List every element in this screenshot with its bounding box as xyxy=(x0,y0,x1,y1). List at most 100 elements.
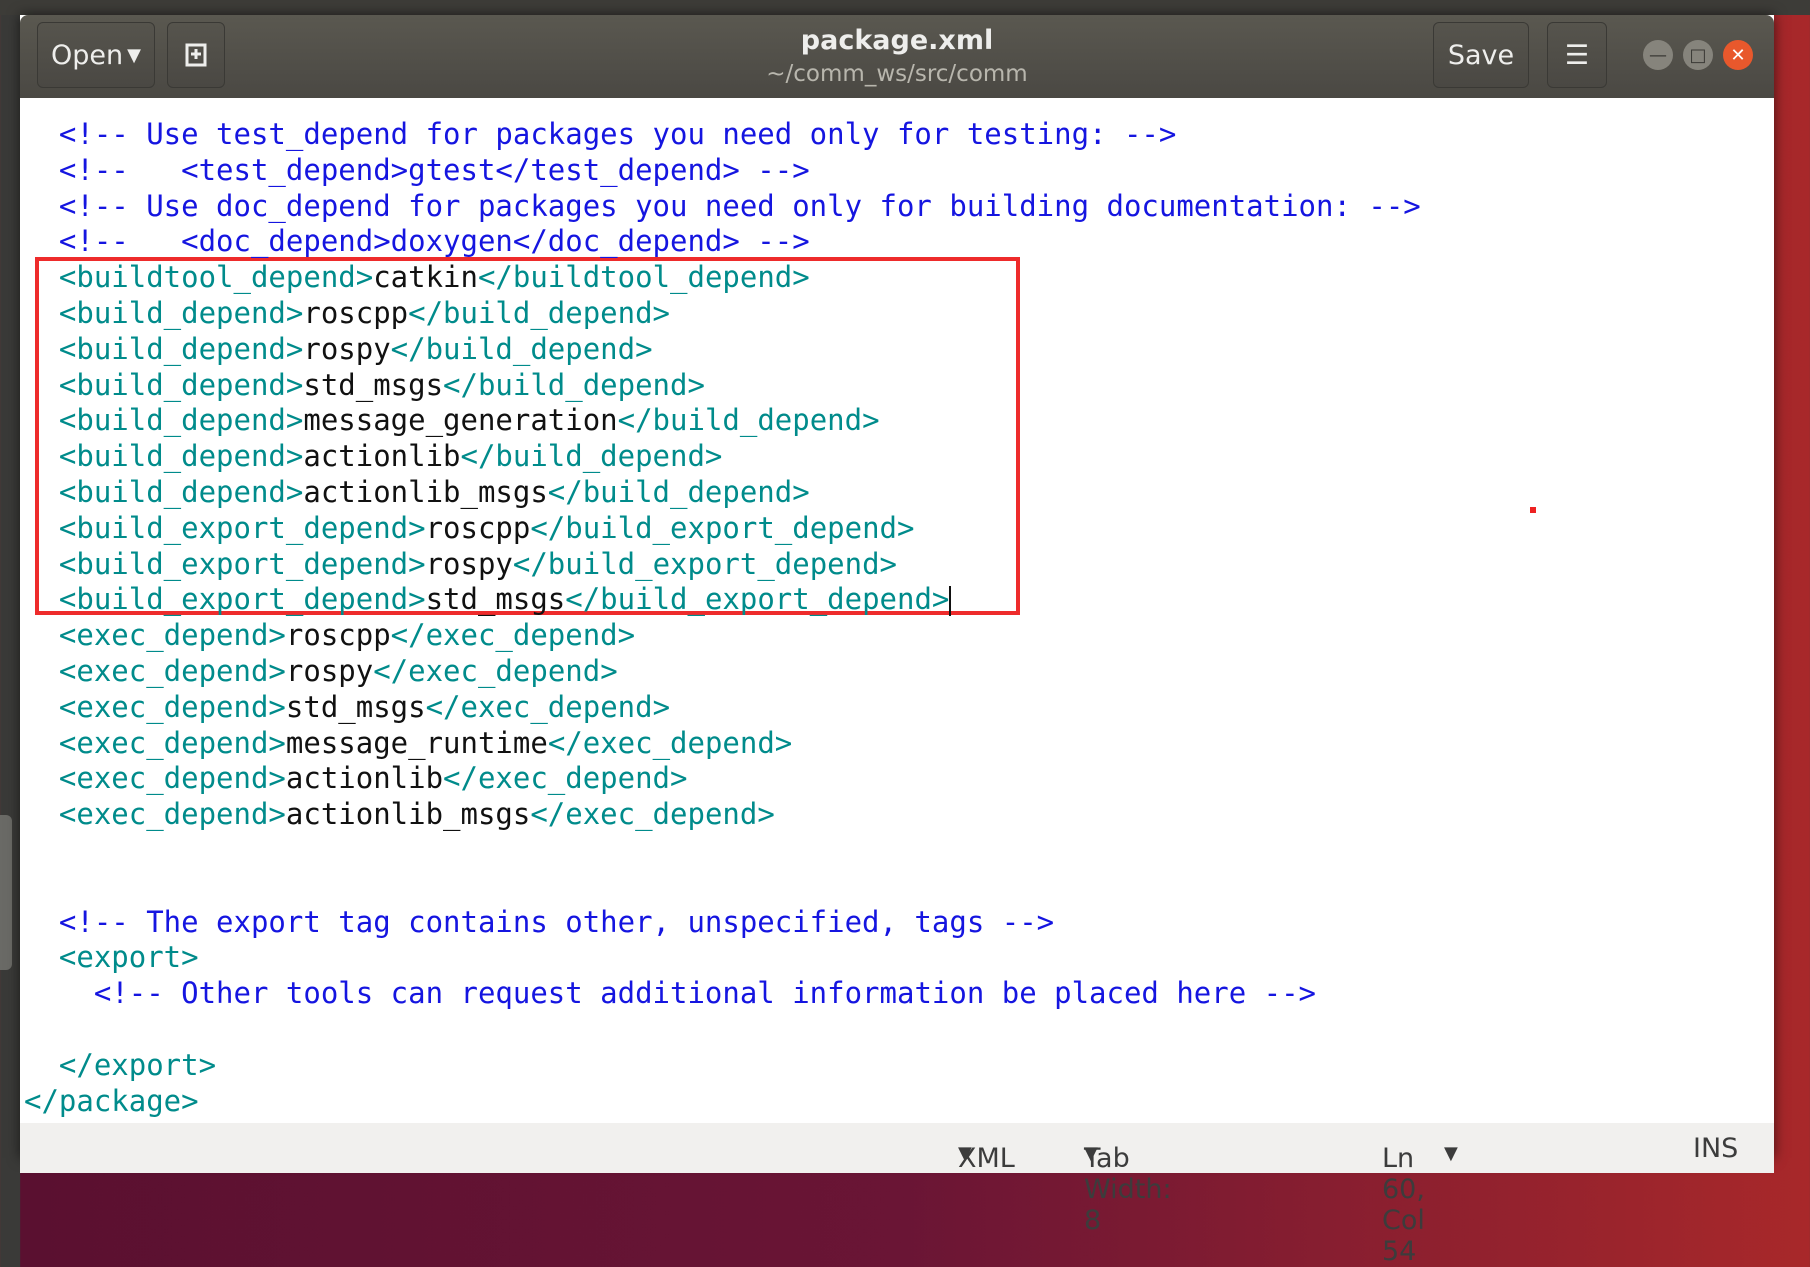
xml-text: std_msgs xyxy=(303,367,444,402)
xml-tag: <build_depend> xyxy=(58,296,304,330)
xml-tag: </build_depend> xyxy=(547,475,810,509)
xml-tag: </exec_depend> xyxy=(425,689,671,724)
chevron-down-icon: ▼ xyxy=(958,1143,972,1164)
chevron-down-icon: ▼ xyxy=(1084,1143,1098,1164)
xml-tag: </exec_depend> xyxy=(390,618,636,653)
xml-tag: </build_export_depend> xyxy=(530,510,915,545)
xml-tag: <build_export_depend> xyxy=(58,546,426,581)
code-line[interactable]: <build_depend>actionlib_msgs</build_depe… xyxy=(24,474,810,510)
save-button[interactable]: Save xyxy=(1433,22,1529,88)
minimize-button[interactable]: — xyxy=(1643,40,1673,70)
minimize-icon: — xyxy=(1649,44,1667,66)
xml-tag: </exec_depend> xyxy=(547,725,793,760)
xml-tag: <exec_depend> xyxy=(58,689,286,724)
xml-tag: </export> xyxy=(58,1047,217,1082)
xml-tag: <build_depend> xyxy=(58,367,304,402)
maximize-icon: □ xyxy=(1689,44,1707,66)
code-line[interactable]: <build_export_depend>std_msgs</build_exp… xyxy=(24,581,952,617)
xml-tag: <build_depend> xyxy=(58,403,304,438)
code-line[interactable]: <!-- <test_depend>gtest</test_depend> --… xyxy=(24,152,810,188)
code-line[interactable]: <!-- Use test_depend for packages you ne… xyxy=(24,116,1176,152)
xml-text: actionlib xyxy=(303,439,461,474)
xml-tag: </build_depend> xyxy=(390,331,653,366)
gedit-window: Open ▼ package.xml ~/comm_ws/src/comm Sa… xyxy=(20,15,1774,1267)
code-line[interactable]: <build_depend>std_msgs</build_depend> xyxy=(24,367,705,403)
maximize-button[interactable]: □ xyxy=(1683,40,1713,70)
text-cursor xyxy=(949,586,952,617)
xml-comment: <!-- Use doc_depend for packages you nee… xyxy=(58,188,1421,223)
xml-comment: <!-- <test_depend>gtest</test_depend> --… xyxy=(58,152,810,187)
code-line[interactable]: <!-- <doc_depend>doxygen</doc_depend> --… xyxy=(24,223,810,259)
header-bar: Open ▼ package.xml ~/comm_ws/src/comm Sa… xyxy=(20,15,1774,98)
xml-tag: </exec_depend> xyxy=(443,761,688,796)
xml-text: message_runtime xyxy=(285,725,548,760)
code-line[interactable]: <buildtool_depend>catkin</buildtool_depe… xyxy=(24,259,810,295)
xml-tag: </buildtool_depend> xyxy=(477,260,810,295)
code-line[interactable]: <build_depend>message_generation</build_… xyxy=(24,402,880,438)
chevron-down-icon: ▼ xyxy=(1444,1143,1458,1164)
code-line[interactable]: <exec_depend>actionlib_msgs</exec_depend… xyxy=(24,796,775,832)
code-line[interactable]: <export> xyxy=(24,939,199,975)
xml-text: std_msgs xyxy=(425,582,566,617)
close-icon: ✕ xyxy=(1730,44,1746,66)
xml-tag: </package> xyxy=(24,1083,199,1118)
insert-mode: INS xyxy=(1693,1133,1739,1164)
xml-text: message_generation xyxy=(303,403,618,438)
xml-tag: <exec_depend> xyxy=(58,761,286,796)
code-line[interactable]: <!-- The export tag contains other, unsp… xyxy=(24,904,1054,940)
xml-text: rospy xyxy=(425,546,513,581)
xml-tag: <export> xyxy=(58,940,199,975)
desktop-top-bar xyxy=(0,0,1810,15)
code-line[interactable]: <exec_depend>message_runtime</exec_depen… xyxy=(24,725,792,761)
status-bar: XML ▼ Tab Width: 8 ▼ Ln 60, Col 54 ▼ INS xyxy=(20,1123,1774,1267)
code-line[interactable]: <!-- Other tools can request additional … xyxy=(24,975,1316,1011)
xml-text: rospy xyxy=(303,331,391,366)
code-line[interactable]: </export> xyxy=(24,1047,216,1083)
code-line[interactable]: <exec_depend>actionlib</exec_depend> xyxy=(24,760,688,796)
xml-tag: <exec_depend> xyxy=(58,797,286,832)
code-line[interactable]: <build_depend>actionlib</build_depend> xyxy=(24,438,722,474)
menu-button[interactable]: ☰ xyxy=(1547,22,1607,88)
close-button[interactable]: ✕ xyxy=(1723,40,1753,70)
xml-text: actionlib_msgs xyxy=(303,475,548,509)
code-line[interactable]: </package> xyxy=(24,1083,199,1119)
code-line[interactable]: <exec_depend>std_msgs</exec_depend> xyxy=(24,689,670,725)
code-line[interactable]: <build_depend>rospy</build_depend> xyxy=(24,331,653,367)
xml-text: catkin xyxy=(373,260,478,295)
xml-tag: </exec_depend> xyxy=(530,797,775,832)
xml-tag: <build_depend> xyxy=(58,475,304,509)
red-dot-marker xyxy=(1530,507,1536,513)
xml-tag: <exec_depend> xyxy=(58,725,286,760)
hamburger-menu-icon: ☰ xyxy=(1564,39,1590,71)
code-line[interactable]: <exec_depend>roscpp</exec_depend> xyxy=(24,617,635,653)
code-line[interactable]: <build_export_depend>rospy</build_export… xyxy=(24,546,897,582)
xml-tag: <build_export_depend> xyxy=(58,582,426,617)
xml-tag: <build_export_depend> xyxy=(58,510,426,545)
code-line[interactable]: <!-- Use doc_depend for packages you nee… xyxy=(24,188,1421,224)
xml-text: roscpp xyxy=(303,296,409,330)
xml-tag: </build_export_depend> xyxy=(512,546,897,581)
xml-comment: <!-- Other tools can request additional … xyxy=(93,976,1317,1011)
xml-tag: </build_depend> xyxy=(443,367,705,402)
code-line[interactable]: <build_export_depend>roscpp</build_expor… xyxy=(24,510,915,546)
xml-tag: </exec_depend> xyxy=(373,654,618,688)
xml-text: actionlib xyxy=(285,761,444,796)
code-line[interactable]: <exec_depend>rospy</exec_depend> xyxy=(24,653,618,689)
xml-text: rospy xyxy=(285,654,374,688)
code-line[interactable]: <build_depend>roscpp</build_depend> xyxy=(24,295,670,331)
text-editor[interactable]: <!-- Use test_depend for packages you ne… xyxy=(20,98,1774,1123)
